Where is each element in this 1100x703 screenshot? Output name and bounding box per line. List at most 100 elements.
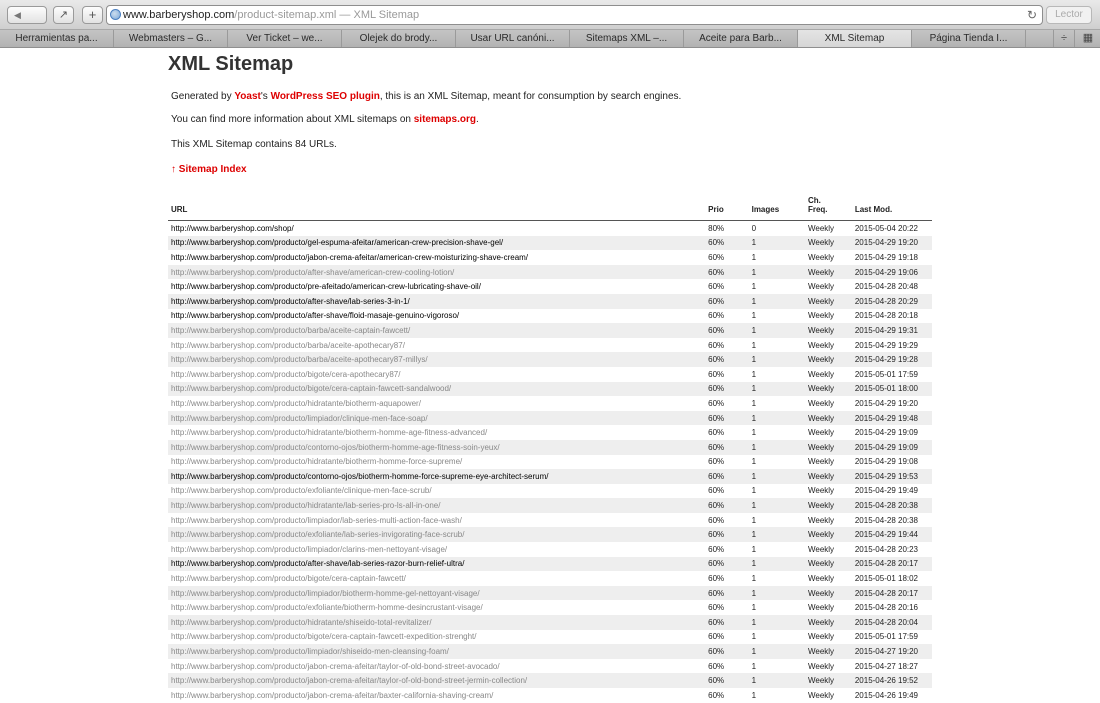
address-bar[interactable]: www.barberyshop.com/product-sitemap.xml … bbox=[106, 5, 1043, 25]
table-row: http://www.barberyshop.com/producto/hidr… bbox=[168, 396, 932, 411]
images-cell: 1 bbox=[751, 340, 757, 350]
sitemaps-org-link[interactable]: sitemaps.org bbox=[414, 114, 476, 125]
reader-button[interactable]: Lector bbox=[1046, 6, 1092, 24]
url-link[interactable]: http://www.barberyshop.com/producto/afte… bbox=[168, 556, 706, 572]
table-row: http://www.barberyshop.com/producto/afte… bbox=[168, 264, 932, 280]
url-link[interactable]: http://www.barberyshop.com/producto/afte… bbox=[168, 309, 705, 324]
url-link[interactable]: http://www.barberyshop.com/producto/cont… bbox=[168, 469, 706, 484]
url-link[interactable]: http://www.barberyshop.com/producto/limp… bbox=[168, 644, 706, 659]
url-link[interactable]: http://www.barberyshop.com/producto/jabo… bbox=[168, 250, 705, 265]
prio-cell: 60% bbox=[708, 428, 725, 438]
tab-bar: ÷ ▦ Herramientas pa... Webmasters – G... V… bbox=[0, 30, 1100, 48]
last-mod-cell: 2015-04-29 19:53 bbox=[851, 469, 932, 484]
url-link[interactable]: http://www.barberyshop.com/producto/limp… bbox=[168, 513, 705, 528]
browser-tab[interactable]: Aceite para Barb... bbox=[684, 30, 798, 47]
url-link[interactable]: http://www.barberyshop.com/producto/cont… bbox=[168, 439, 706, 455]
back-forward-buttons[interactable]: ◀▶ bbox=[7, 6, 47, 24]
sitemap-index-link[interactable]: ↑ Sitemap Index bbox=[171, 164, 247, 175]
last-mod-cell: 2015-04-29 19:20 bbox=[854, 398, 919, 408]
url-link[interactable]: http://www.barberyshop.com/producto/barb… bbox=[168, 338, 705, 353]
url-link[interactable]: http://www.barberyshop.com/producto/hidr… bbox=[168, 455, 705, 470]
url-link[interactable]: http://www.barberyshop.com/producto/bigo… bbox=[168, 630, 705, 645]
url-link[interactable]: http://www.barberyshop.com/producto/hidr… bbox=[168, 498, 706, 513]
freq-cell: Weekly bbox=[807, 282, 835, 292]
freq-cell: Weekly bbox=[804, 410, 852, 426]
url-link[interactable]: http://www.barberyshop.com/producto/jabo… bbox=[168, 673, 706, 688]
last-mod-cell: 2015-04-29 19:18 bbox=[854, 252, 919, 262]
reload-icon[interactable]: ↻ bbox=[1027, 6, 1037, 24]
table-row: http://www.barberyshop.com/producto/bigo… bbox=[168, 367, 932, 382]
last-mod-cell: 2015-04-26 19:49 bbox=[854, 690, 919, 700]
info-pre: You can find more information about XML … bbox=[171, 114, 414, 125]
browser-tab[interactable]: Olejek do brody... bbox=[342, 30, 456, 47]
browser-tab[interactable]: Ver Ticket – we... bbox=[228, 30, 342, 47]
prio-cell: 60% bbox=[708, 632, 725, 642]
url-link[interactable]: http://www.barberyshop.com/producto/exfo… bbox=[168, 600, 705, 615]
last-mod-cell: 2015-04-28 20:17 bbox=[851, 556, 932, 572]
images-cell: 0 bbox=[751, 223, 757, 233]
url-link[interactable]: http://www.barberyshop.com/producto/barb… bbox=[168, 352, 706, 367]
last-mod-cell: 2015-04-29 19:09 bbox=[854, 428, 919, 438]
browser-tab[interactable]: Página Tienda I... bbox=[912, 30, 1026, 47]
yoast-link[interactable]: Yoast bbox=[234, 91, 261, 102]
url-link[interactable]: http://www.barberyshop.com/producto/hidr… bbox=[168, 425, 705, 440]
url-link[interactable]: http://www.barberyshop.com/producto/jabo… bbox=[168, 659, 705, 674]
url-link[interactable]: http://www.barberyshop.com/producto/hidr… bbox=[168, 615, 706, 630]
intro-post: , this is an XML Sitemap, meant for cons… bbox=[379, 91, 682, 102]
forward-arrow-icon[interactable]: ▶ bbox=[8, 23, 28, 24]
url-link[interactable]: http://www.barberyshop.com/producto/limp… bbox=[168, 542, 705, 557]
table-row: http://www.barberyshop.com/producto/exfo… bbox=[168, 527, 932, 543]
tab-overflow-icon[interactable]: ÷ bbox=[1053, 30, 1074, 47]
browser-tab[interactable]: Usar URL canóni... bbox=[456, 30, 570, 47]
url-link[interactable]: http://www.barberyshop.com/producto/exfo… bbox=[168, 484, 705, 499]
images-cell: 1 bbox=[748, 527, 805, 543]
url-link[interactable]: http://www.barberyshop.com/producto/bigo… bbox=[168, 571, 705, 586]
header-freq-line1: Ch. bbox=[807, 196, 821, 205]
images-cell: 1 bbox=[751, 486, 757, 496]
prio-cell: 60% bbox=[705, 264, 749, 280]
freq-cell: Weekly bbox=[804, 615, 852, 630]
intro-text: Generated by Yoast's WordPress SEO plugi… bbox=[171, 91, 681, 102]
images-cell: 1 bbox=[748, 644, 805, 659]
last-mod-cell: 2015-04-27 19:20 bbox=[851, 644, 932, 659]
images-cell: 1 bbox=[751, 252, 757, 262]
url-link[interactable]: http://www.barberyshop.com/producto/hidr… bbox=[168, 396, 705, 411]
url-link[interactable]: http://www.barberyshop.com/producto/limp… bbox=[168, 585, 706, 601]
browser-tab[interactable]: Sitemaps XML –... bbox=[570, 30, 684, 47]
prio-cell: 60% bbox=[708, 661, 725, 671]
prio-cell: 60% bbox=[705, 527, 749, 543]
new-tab-button[interactable]: + bbox=[82, 6, 103, 24]
url-link[interactable]: http://www.barberyshop.com/producto/limp… bbox=[168, 410, 706, 426]
url-link[interactable]: http://www.barberyshop.com/producto/barb… bbox=[168, 323, 706, 338]
freq-cell: Weekly bbox=[807, 544, 835, 554]
info-post: . bbox=[475, 114, 479, 125]
url-link[interactable]: http://www.barberyshop.com/producto/bigo… bbox=[168, 381, 706, 397]
url-link[interactable]: http://www.barberyshop.com/producto/jabo… bbox=[168, 688, 705, 703]
last-mod-cell: 2015-04-26 19:52 bbox=[851, 673, 932, 688]
freq-cell: Weekly bbox=[807, 574, 835, 584]
url-link[interactable]: http://www.barberyshop.com/producto/bigo… bbox=[168, 367, 705, 382]
images-cell: 1 bbox=[748, 381, 805, 397]
url-link[interactable]: http://www.barberyshop.com/producto/gel-… bbox=[168, 235, 706, 251]
freq-cell: Weekly bbox=[807, 252, 835, 262]
browser-tab[interactable]: Herramientas pa... bbox=[0, 30, 114, 47]
last-mod-cell: 2015-05-01 17:59 bbox=[854, 632, 919, 642]
browser-tab[interactable]: XML Sitemap bbox=[798, 30, 912, 47]
tab-list-icon[interactable]: ▦ bbox=[1074, 30, 1100, 47]
browser-tab[interactable]: Webmasters – G... bbox=[114, 30, 228, 47]
table-row: http://www.barberyshop.com/shop/80% 0 Week… bbox=[168, 221, 932, 236]
url-link[interactable]: http://www.barberyshop.com/producto/exfo… bbox=[168, 527, 706, 543]
url-link[interactable]: http://www.barberyshop.com/shop/ bbox=[168, 221, 705, 236]
wordpress-seo-link[interactable]: WordPress SEO plugin bbox=[271, 91, 380, 102]
url-link[interactable]: http://www.barberyshop.com/producto/afte… bbox=[168, 264, 706, 280]
table-row: http://www.barberyshop.com/producto/barb… bbox=[168, 323, 932, 338]
url-link[interactable]: http://www.barberyshop.com/producto/pre-… bbox=[168, 279, 705, 294]
url-count-text: This XML Sitemap contains 84 URLs. bbox=[171, 139, 337, 150]
back-arrow-icon[interactable]: ◀ bbox=[8, 7, 27, 23]
share-button[interactable]: ↗ bbox=[53, 6, 74, 24]
url-link[interactable]: http://www.barberyshop.com/producto/afte… bbox=[168, 293, 706, 309]
prio-cell: 60% bbox=[705, 235, 749, 251]
table-row: http://www.barberyshop.com/producto/hidr… bbox=[168, 615, 932, 630]
freq-cell: Weekly bbox=[807, 515, 835, 525]
table-row: http://www.barberyshop.com/producto/limp… bbox=[168, 410, 932, 426]
